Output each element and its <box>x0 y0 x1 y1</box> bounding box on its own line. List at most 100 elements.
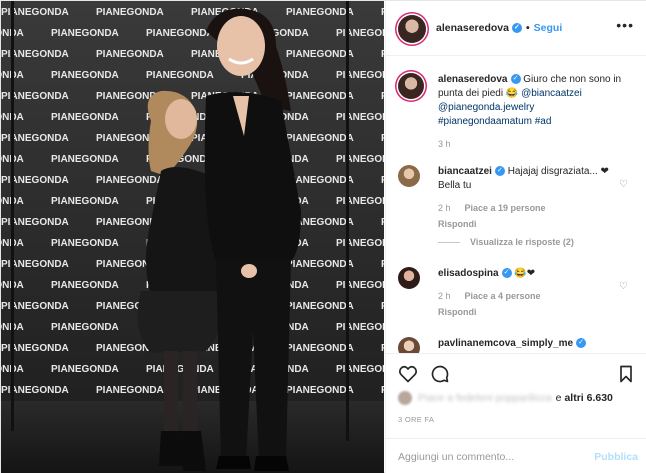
backdrop-brand-text: PIANEGONDA <box>381 49 384 60</box>
comment-meta: 2 h Piace a 19 persone <box>438 201 623 215</box>
comment-meta: 2 h Piace a 4 persone <box>438 289 623 303</box>
backdrop-brand-text: PIANEGONDA <box>381 175 384 186</box>
comment-input[interactable] <box>398 448 578 466</box>
liker-avatar[interactable] <box>398 391 412 405</box>
verified-badge-icon: ✓ <box>576 338 587 349</box>
backdrop-brand-text: PIANEGONDA <box>286 259 354 270</box>
reply-button[interactable]: Rispondi <box>438 307 477 317</box>
publish-button[interactable]: Pubblica <box>594 451 638 463</box>
backdrop-brand-text: PIANEGONDA <box>381 133 384 144</box>
backdrop-brand-text: PIANEGONDA <box>336 28 384 39</box>
reply-button[interactable]: Rispondi <box>438 219 477 229</box>
backdrop-brand-text: PIANEGONDA <box>381 91 384 102</box>
author-header-line: alenaseredova ✓ • Segui <box>436 22 562 34</box>
backdrop-brand-text: PIANEGONDA <box>336 238 384 249</box>
mention-link[interactable]: @biancaatzei <box>521 88 582 99</box>
comment-body: pavlinanemcova_simply_me ✓ <box>438 337 623 351</box>
comments-list[interactable]: alenaseredova ✓ Giuro che non sono in pun… <box>386 57 646 353</box>
commenter-avatar[interactable] <box>398 267 420 289</box>
comment-heart-icon[interactable]: ♡ <box>619 281 628 292</box>
post-photo[interactable]: PIANEGONDA PIANEGONDA PIANEGONDA PIANEGONDA… <box>1 1 384 473</box>
caption-username[interactable]: alenaseredova <box>438 74 508 85</box>
backdrop-brand-text: PIANEGONDA <box>96 7 164 18</box>
backdrop-brand-text: PIANEGONDA <box>381 385 384 396</box>
backdrop-brand-text: PIANEGONDA <box>51 280 119 291</box>
backdrop-brand-text: PIANEGONDA <box>96 385 164 396</box>
likes-others-count[interactable]: altri 6.630 <box>564 392 612 404</box>
caption-author-avatar[interactable] <box>398 73 424 99</box>
backdrop-brand-text: PIANEGONDA <box>381 343 384 354</box>
heart-icon[interactable] <box>398 364 418 384</box>
hashtag-links[interactable]: #pianegondaamatum #ad <box>438 116 551 127</box>
replies-divider <box>438 242 460 244</box>
backdrop-brand-text: PIANEGONDA <box>336 364 384 375</box>
comment-username[interactable]: pavlinanemcova_simply_me <box>438 338 573 349</box>
author-avatar[interactable] <box>398 15 426 43</box>
backdrop-brand-text: PIANEGONDA <box>286 385 354 396</box>
backdrop-brand-text: PIANEGONDA <box>381 217 384 228</box>
backdrop-brand-text: PIANEGONDA <box>286 49 354 60</box>
add-comment-bar: Pubblica <box>386 438 646 473</box>
backdrop-stand-left <box>11 1 14 431</box>
backdrop-brand-text: PIANEGONDA <box>286 7 354 18</box>
backdrop-brand-text: PIANEGONDA <box>286 91 354 102</box>
comment-actions: Rispondi <box>438 305 623 319</box>
follow-button[interactable]: Segui <box>534 22 563 34</box>
verified-badge-icon: ✓ <box>501 268 512 279</box>
backdrop-brand-text: PIANEGONDA <box>336 154 384 165</box>
comment-likes[interactable]: Piace a 4 persone <box>465 291 541 301</box>
verified-badge-icon: ✓ <box>510 74 521 85</box>
author-username[interactable]: alenaseredova <box>436 22 509 34</box>
backdrop-brand-text: PIANEGONDA <box>381 301 384 312</box>
separator-dot: • <box>525 22 530 34</box>
bookmark-icon[interactable] <box>616 364 636 384</box>
comment-username[interactable]: elisadospina <box>438 268 499 279</box>
commenter-avatar[interactable] <box>398 165 420 187</box>
backdrop-brand-text: PIANEGONDA <box>51 322 119 333</box>
comment-body: elisadospina ✓ 😂❤ 2 h Piace a 4 persone Ri… <box>438 267 623 319</box>
post-actions-bar <box>386 353 646 393</box>
comment-text: 😂❤ <box>514 268 536 279</box>
view-replies-button[interactable]: Visualizza le risposte (2) <box>438 237 574 247</box>
post-timestamp[interactable]: 3 ORE FA <box>398 415 434 424</box>
backdrop-brand-text: PIANEGONDA <box>286 133 354 144</box>
backdrop-brand-text: PIANEGONDA <box>286 175 354 186</box>
backdrop-brand-text: PIANEGONDA <box>51 196 119 207</box>
backdrop-brand-text: PIANEGONDA <box>286 343 354 354</box>
backdrop-brand-text: PIANEGONDA <box>96 49 164 60</box>
comment-actions: Rispondi <box>438 217 623 231</box>
comment-time[interactable]: 2 h <box>438 203 451 213</box>
comment-body: biancaatzei ✓ Hajajaj disgraziata... ❤ Be… <box>438 165 623 231</box>
view-replies-label: Visualizza le risposte (2) <box>470 237 574 247</box>
backdrop-brand-text: PIANEGONDA <box>336 280 384 291</box>
backdrop-brand-text: PIANEGONDA <box>381 7 384 18</box>
comment-likes[interactable]: Piace a 19 persone <box>465 203 546 213</box>
photo-illustration: PIANEGONDA PIANEGONDA PIANEGONDA PIANEGONDA… <box>1 1 384 473</box>
comment-username[interactable]: biancaatzei <box>438 166 492 177</box>
likes-line: Piace a fedeleni popparilicca e altri 6.6… <box>398 391 638 405</box>
likes-blurred-names[interactable]: Piace a fedeleni popparilicca <box>418 392 552 404</box>
caption-body: alenaseredova ✓ Giuro che non sono in pun… <box>438 73 623 151</box>
backdrop-brand-text: PIANEGONDA <box>336 322 384 333</box>
comment-time[interactable]: 2 h <box>438 291 451 301</box>
commenter-avatar[interactable] <box>398 337 420 353</box>
backdrop-brand-text: PIANEGONDA <box>96 175 164 186</box>
comment-heart-icon[interactable]: ♡ <box>619 179 628 190</box>
backdrop-brand-text: PIANEGONDA <box>51 70 119 81</box>
post-header: alenaseredova ✓ • Segui ••• <box>386 1 646 56</box>
backdrop-brand-text: PIANEGONDA <box>286 301 354 312</box>
ellipsis-icon[interactable]: ••• <box>616 17 634 33</box>
post-side-panel: alenaseredova ✓ • Segui ••• alenaseredova ✓ … <box>385 1 646 473</box>
post-frame: PIANEGONDA PIANEGONDA PIANEGONDA PIANEGONDA… <box>0 0 646 473</box>
backdrop-brand-text: PIANEGONDA <box>51 112 119 123</box>
comment-icon[interactable] <box>430 364 450 384</box>
backdrop-brand-text: PIANEGONDA <box>146 364 214 375</box>
mention-link[interactable]: @pianegonda.jewelry <box>438 102 534 113</box>
backdrop-brand-text: PIANEGONDA <box>146 28 214 39</box>
backdrop-brand-text: PIANEGONDA <box>51 364 119 375</box>
backdrop-brand-text: PIANEGONDA <box>336 70 384 81</box>
caption-meta: 3 h <box>438 137 623 151</box>
backdrop-brand-text: PIANEGONDA <box>51 238 119 249</box>
caption-time[interactable]: 3 h <box>438 139 451 149</box>
backdrop-stand-right <box>346 1 349 441</box>
